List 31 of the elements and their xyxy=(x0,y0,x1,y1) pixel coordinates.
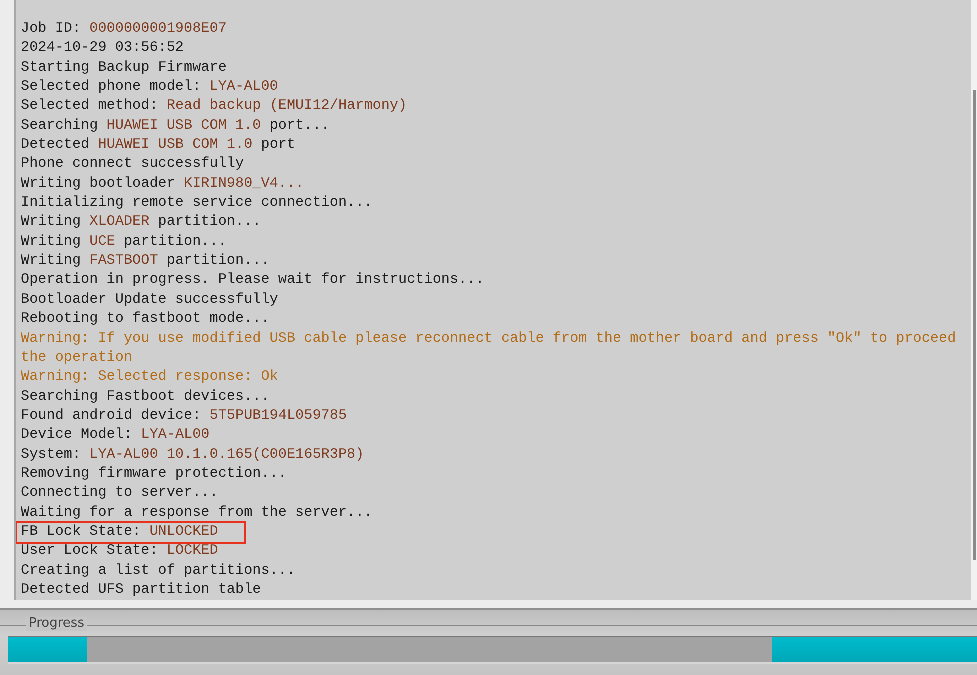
log-line: Searching HUAWEI USB COM 1.0 port... xyxy=(21,118,330,134)
log-line: System: LYA-AL00 10.1.0.165(C00E165R3P8) xyxy=(21,446,364,463)
log-line: Device Model: LYA-AL00 xyxy=(21,427,210,444)
progress-label: Progress xyxy=(26,617,88,631)
log-line: Detected HUAWEI USB COM 1.0 port xyxy=(21,137,296,154)
log-line: 2024-10-29 03:56:52 xyxy=(21,40,184,56)
log-line: Bootloader Update successfully xyxy=(21,292,278,308)
log-line: Searching Fastboot devices... xyxy=(21,388,270,405)
log-line: User Lock State: LOCKED xyxy=(21,543,218,560)
log-line: Starting Backup Firmware xyxy=(21,60,227,76)
log-line: Selected phone model: LYA-AL00 xyxy=(21,79,278,96)
log-line: Writing XLOADER partition... xyxy=(21,214,262,230)
log-line: Writing bootloader KIRIN980_V4... xyxy=(21,176,304,192)
log-line: Selected method: Read backup (EMUI12/Harmony) xyxy=(21,98,408,114)
log-line: Waiting for a response from the server... xyxy=(21,504,373,521)
log-line: FB Lock State: UNLOCKED xyxy=(21,524,218,540)
log-line: Connecting to server... xyxy=(21,485,218,502)
log-line: Initializing remote service connection... xyxy=(21,195,373,212)
log-line: Writing UCE partition... xyxy=(21,234,227,250)
log-line: Removing firmware protection... xyxy=(21,466,287,482)
log-line: Phone connect successfully xyxy=(21,156,244,172)
log-line: Operation in progress. Please wait for instructions... xyxy=(21,272,484,288)
log-line: Detected UFS partition table xyxy=(21,582,262,598)
log-line: Writing FASTBOOT partition... xyxy=(21,253,270,270)
scrollbar[interactable] xyxy=(971,0,977,600)
log-line: Rebooting to fastboot mode... xyxy=(21,311,270,328)
log-line: Found android device: 5T5PUB194L059785 xyxy=(21,408,348,424)
log-line: Warning: Selected response: Ok xyxy=(21,369,278,386)
log-line: Job ID: 0000000001908E07 xyxy=(21,21,227,37)
log-line: Creating a list of partitions... xyxy=(21,562,296,579)
log-line: Warning: If you use modified USB cable please reconnect cable from the mother board and press "Ok" to proceed the operation xyxy=(21,330,958,366)
